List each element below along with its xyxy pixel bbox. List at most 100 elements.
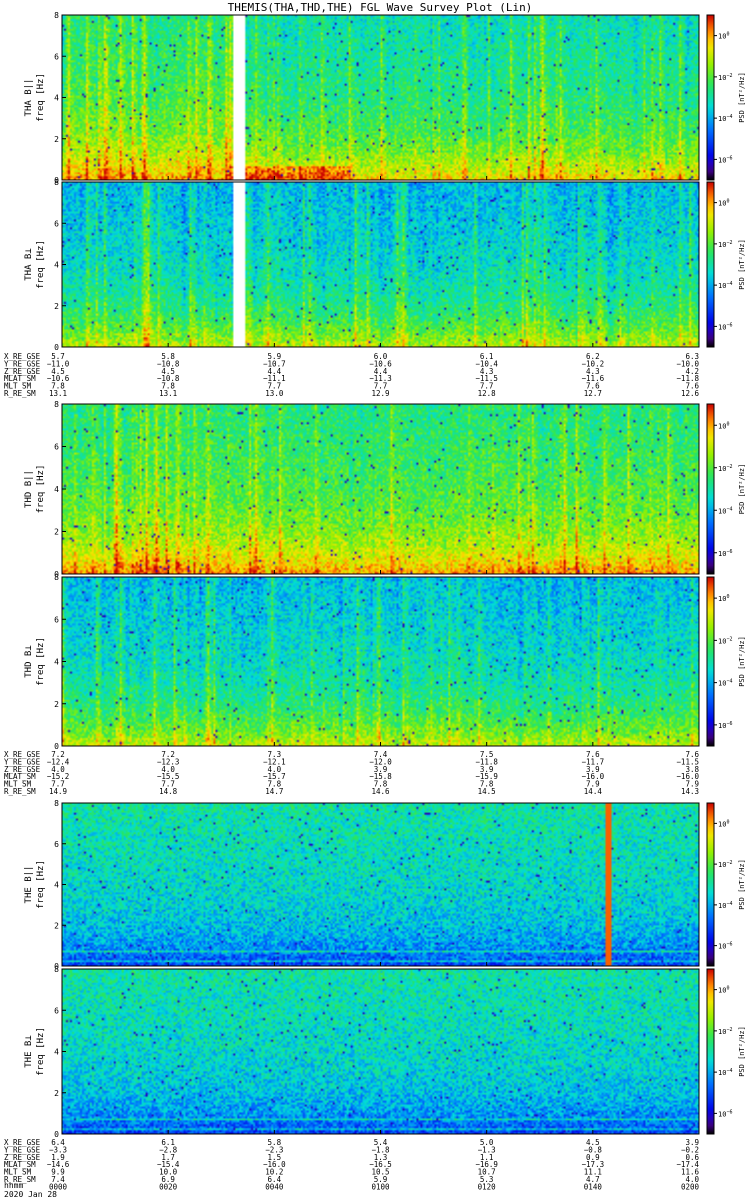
colorbar-gradient — [706, 181, 715, 348]
panel-ylabel-freq: freq [Hz] — [36, 240, 46, 289]
y-tick-label: 2 — [54, 528, 59, 537]
colorbar-tick-label: 10−4 — [718, 679, 732, 688]
ephemeris-row-label: R_RE_SM — [4, 787, 36, 796]
y-tick-label: 0 — [54, 343, 59, 352]
ephemeris-value: 13.0 — [265, 389, 284, 398]
colorbar: 100 10−2 10−4 10−6 PSD [nT²/Hz] — [706, 802, 746, 967]
panel-ylabel-freq: freq [Hz] — [36, 637, 46, 686]
colorbar-gradient — [706, 14, 715, 181]
colorbar-tick-label: 10−6 — [718, 721, 732, 730]
colorbar-tick-label: 100 — [718, 421, 729, 430]
spectrogram-panel: 0 2 4 6 8 THA B⊥ freq [Hz] — [24, 178, 700, 352]
time-tick-label: 0040 — [265, 1182, 284, 1191]
y-tick-label: 2 — [54, 1089, 59, 1098]
spectrogram-panel: 02468THE B⊥ freq [Hz] — [24, 965, 700, 1139]
time-axis-labels: 0000 0020 0040 0100 0120 0140 0200 — [49, 1182, 700, 1191]
colorbar-tick-label: 10−4 — [718, 281, 732, 290]
colorbar-tick-label: 10−4 — [718, 506, 732, 515]
colorbar-tick-label: 10−2 — [718, 464, 732, 473]
colorbar-tick-exponent: 0 — [726, 199, 729, 205]
panel-ylabel: THD B|| — [24, 470, 34, 508]
spectrogram-image — [62, 969, 699, 1134]
ephemeris-value: 14.4 — [584, 787, 603, 796]
colorbar-tick-exponent: 0 — [726, 594, 729, 600]
colorbar-tick-label: 10−2 — [718, 860, 732, 869]
spectrogram-panel: 02468THA B|| freq [Hz] — [24, 11, 700, 185]
colorbar: 100 10−2 10−4 10−6 PSD [nT²/Hz] — [706, 14, 746, 181]
ephemeris-row-label: R_RE_SM — [4, 389, 36, 398]
spectrogram-panel: 02468THE B|| freq [Hz] — [24, 799, 700, 971]
panel-ylabel: THA B⊥ — [24, 248, 34, 281]
colorbar-tick-exponent: −2 — [726, 1027, 732, 1033]
colorbar: 100 10−2 10−4 10−6 PSD [nT²/Hz] — [706, 576, 746, 747]
ephemeris-value: 14.9 — [49, 787, 67, 796]
colorbar-tick-label: 10−6 — [718, 549, 732, 558]
spectrogram-image — [62, 577, 699, 746]
colorbar-tick-label: 10−4 — [718, 114, 732, 123]
colorbar-tick-exponent: −6 — [726, 155, 732, 161]
panel-ylabel: THE B⊥ — [24, 1035, 34, 1068]
ephemeris-value: 14.6 — [371, 787, 390, 796]
colorbar-tick-exponent: −6 — [726, 322, 732, 328]
colorbar-tick-label: 10−6 — [718, 155, 732, 164]
spectrogram-image — [62, 404, 699, 574]
panel-ylabel-freq: freq [Hz] — [36, 860, 46, 909]
colorbar-label: PSD [nT²/Hz] — [738, 636, 746, 687]
y-tick-label: 6 — [54, 219, 59, 228]
colorbar-tick-label: 10−6 — [718, 322, 732, 331]
colorbar-tick-exponent: 0 — [726, 986, 729, 992]
colorbar-gradient — [706, 968, 715, 1135]
colorbar-tick-label: 100 — [718, 32, 729, 41]
ephemeris-value: 14.8 — [159, 787, 178, 796]
time-tick-label: 0020 — [159, 1182, 178, 1191]
y-tick-label: 2 — [54, 921, 59, 930]
colorbar-tick-exponent: −4 — [726, 506, 732, 512]
panel-ylabel-freq: freq [Hz] — [36, 465, 46, 514]
ephemeris-table: X_RE_GSE 6.4 6.1 5.8 5.4 5.0 4.5 3.9Y_RE_GSE −3.… — [4, 1138, 699, 1184]
y-tick-label: 8 — [54, 965, 59, 974]
colorbar-tick-exponent: −2 — [726, 464, 732, 470]
y-tick-label: 8 — [54, 799, 59, 808]
y-tick-label: 4 — [54, 658, 59, 667]
spectrogram-panel: 02468THD B|| freq [Hz] — [24, 400, 700, 579]
colorbar-tick-label: 10−4 — [718, 901, 732, 910]
colorbar-tick-label: 10−4 — [718, 1068, 732, 1077]
time-tick-label: 0140 — [584, 1182, 603, 1191]
colorbar-tick-exponent: −4 — [726, 114, 732, 120]
colorbar-tick-label: 10−6 — [718, 1109, 732, 1118]
colorbar-tick-label: 10−2 — [718, 1027, 732, 1036]
colorbar-tick-label: 10−2 — [718, 636, 732, 645]
colorbar-tick-label: 100 — [718, 819, 729, 828]
panel-ylabel: THE B|| — [24, 866, 34, 904]
colorbar-tick-exponent: −2 — [726, 636, 732, 642]
wave-survey-figure: THEMIS(THA,THD,THE) FGL Wave Survey Plot… — [4, 1, 746, 1199]
y-tick-label: 2 — [54, 135, 59, 144]
colorbar-label: PSD [nT²/Hz] — [738, 72, 746, 123]
panel-ylabel-freq: freq [Hz] — [36, 1027, 46, 1076]
colorbar-gradient — [706, 576, 715, 747]
y-tick-label: 8 — [54, 178, 59, 187]
y-tick-label: 2 — [54, 700, 59, 709]
colorbar-gradient — [706, 403, 715, 575]
panel-ylabel: THD B⊥ — [24, 645, 34, 678]
colorbar-tick-exponent: −6 — [726, 721, 732, 727]
colorbar: 100 10−2 10−4 10−6 PSD [nT²/Hz] — [706, 968, 746, 1135]
ephemeris-value: 14.7 — [265, 787, 283, 796]
panel-ylabel-freq: freq [Hz] — [36, 73, 46, 122]
y-tick-label: 6 — [54, 840, 59, 849]
spectrogram-image — [62, 182, 699, 347]
ephemeris-value: 12.9 — [371, 389, 389, 398]
colorbar-tick-exponent: −6 — [726, 1109, 732, 1115]
y-tick-label: 4 — [54, 881, 59, 890]
colorbar-label: PSD [nT²/Hz] — [738, 239, 746, 290]
spectrogram-image — [62, 803, 699, 966]
colorbar-label: PSD [nT²/Hz] — [738, 464, 746, 515]
colorbar-tick-exponent: −6 — [726, 942, 732, 948]
figure-title: THEMIS(THA,THD,THE) FGL Wave Survey Plot… — [228, 1, 533, 14]
ephemeris-value: 12.6 — [681, 389, 700, 398]
ephemeris-value: 13.1 — [49, 389, 67, 398]
colorbar-tick-label: 100 — [718, 199, 729, 208]
y-tick-label: 4 — [54, 1048, 59, 1057]
time-tick-label: 0120 — [478, 1182, 497, 1191]
colorbar-tick-exponent: −6 — [726, 549, 732, 555]
